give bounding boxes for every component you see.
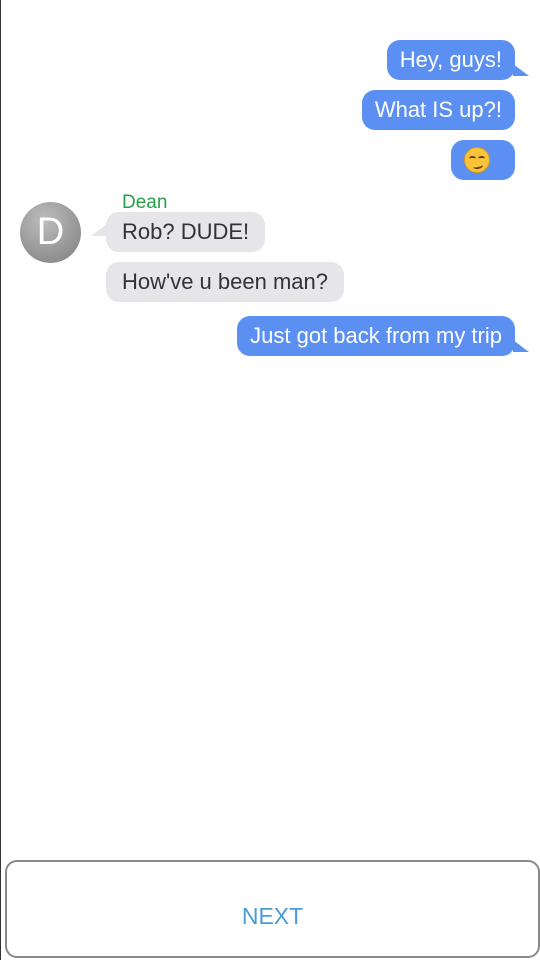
message-text: How've u been man?	[122, 269, 328, 294]
outgoing-message: Just got back from my trip	[237, 316, 515, 356]
bubble-tail	[513, 340, 529, 352]
message-text: Rob? DUDE!	[122, 219, 250, 244]
outgoing-message: Hey, guys!	[386, 40, 515, 80]
outgoing-emoji-message	[451, 140, 515, 180]
avatar[interactable]: D	[20, 202, 81, 263]
message-text: Just got back from my trip	[250, 323, 502, 348]
next-button-label: NEXT	[241, 903, 304, 929]
avatar-initial: D	[36, 211, 65, 253]
message-text: What IS up?!	[374, 97, 502, 122]
incoming-message: How've u been man?	[106, 262, 344, 302]
smirking-face-icon	[464, 147, 490, 173]
outgoing-message: What IS up?!	[361, 90, 515, 130]
incoming-message: Rob? DUDE!	[106, 212, 266, 252]
message-text: Hey, guys!	[399, 47, 502, 72]
sender-name: Dean	[122, 192, 168, 213]
chat-screen: Hey, guys! What IS up?! D Dean Rob? DUDE…	[0, 0, 540, 960]
bubble-tail	[513, 64, 529, 76]
next-button[interactable]: NEXT	[5, 860, 540, 958]
bubble-tail	[91, 224, 107, 236]
